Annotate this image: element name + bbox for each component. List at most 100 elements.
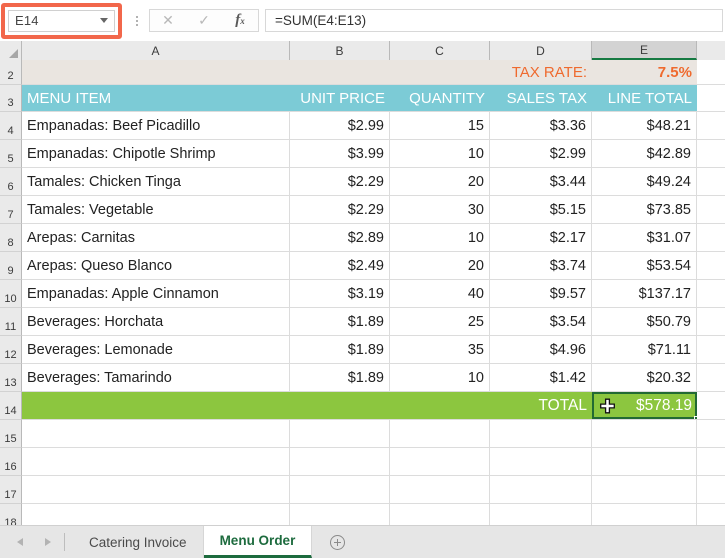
cell-a13[interactable]: Beverages: Tamarindo [22, 364, 290, 391]
cell-f6[interactable] [697, 168, 725, 195]
sheet-tab-catering-invoice[interactable]: Catering Invoice [73, 526, 204, 558]
cell-f10[interactable] [697, 280, 725, 307]
cell-f7[interactable] [697, 196, 725, 223]
cell-a3-menu-item-header[interactable]: MENU ITEM [22, 85, 290, 111]
cell-e12[interactable]: $71.11 [592, 336, 697, 363]
triangle-left-icon[interactable] [14, 536, 26, 548]
cell-c3-quantity-header[interactable]: QUANTITY [390, 85, 490, 111]
row-header-10[interactable]: 10 [0, 280, 22, 308]
cell-e7[interactable]: $73.85 [592, 196, 697, 223]
cell-a6[interactable]: Tamales: Chicken Tinga [22, 168, 290, 195]
cell-d12[interactable]: $4.96 [490, 336, 592, 363]
cell-b3-unit-price-header[interactable]: UNIT PRICE [290, 85, 390, 111]
row-header-13[interactable]: 13 [0, 364, 22, 392]
cell-b16[interactable] [290, 448, 390, 475]
cell-d17[interactable] [490, 476, 592, 503]
cell-b14[interactable] [290, 392, 390, 419]
row-header-16[interactable]: 16 [0, 448, 22, 476]
cell-d9[interactable]: $3.74 [490, 252, 592, 279]
cell-a4[interactable]: Empanadas: Beef Picadillo [22, 112, 290, 139]
cell-e5[interactable]: $42.89 [592, 140, 697, 167]
cell-e6[interactable]: $49.24 [592, 168, 697, 195]
cell-d11[interactable]: $3.54 [490, 308, 592, 335]
cell-d2-tax-rate-label[interactable]: TAX RATE: [490, 60, 592, 84]
cell-d10[interactable]: $9.57 [490, 280, 592, 307]
row-header-3[interactable]: 3 [0, 85, 22, 112]
cell-a11[interactable]: Beverages: Horchata [22, 308, 290, 335]
cell-f18[interactable] [697, 504, 725, 525]
cell-f3[interactable] [697, 85, 725, 111]
cell-d16[interactable] [490, 448, 592, 475]
cell-c14[interactable] [390, 392, 490, 419]
cell-a12[interactable]: Beverages: Lemonade [22, 336, 290, 363]
triangle-right-icon[interactable] [42, 536, 54, 548]
cell-c7[interactable]: 30 [390, 196, 490, 223]
cell-e9[interactable]: $53.54 [592, 252, 697, 279]
cell-c10[interactable]: 40 [390, 280, 490, 307]
cell-e15[interactable] [592, 420, 697, 447]
row-header-9[interactable]: 9 [0, 252, 22, 280]
fill-handle[interactable] [694, 416, 697, 419]
cell-f5[interactable] [697, 140, 725, 167]
cell-d8[interactable]: $2.17 [490, 224, 592, 251]
row-header-4[interactable]: 4 [0, 112, 22, 140]
cell-c11[interactable]: 25 [390, 308, 490, 335]
cell-b17[interactable] [290, 476, 390, 503]
column-header-b[interactable]: B [290, 41, 390, 60]
cell-c15[interactable] [390, 420, 490, 447]
cell-b15[interactable] [290, 420, 390, 447]
cell-e17[interactable] [592, 476, 697, 503]
cell-b5[interactable]: $3.99 [290, 140, 390, 167]
cell-f9[interactable] [697, 252, 725, 279]
cell-c5[interactable]: 10 [390, 140, 490, 167]
cell-b7[interactable]: $2.29 [290, 196, 390, 223]
cell-b9[interactable]: $2.49 [290, 252, 390, 279]
row-header-5[interactable]: 5 [0, 140, 22, 168]
cell-c17[interactable] [390, 476, 490, 503]
column-header-a[interactable]: A [22, 41, 290, 60]
cell-f17[interactable] [697, 476, 725, 503]
cell-c12[interactable]: 35 [390, 336, 490, 363]
cell-c8[interactable]: 10 [390, 224, 490, 251]
cell-f13[interactable] [697, 364, 725, 391]
cell-c2[interactable] [390, 60, 490, 84]
cell-a14[interactable] [22, 392, 290, 419]
cell-b2[interactable] [290, 60, 390, 84]
cell-a5[interactable]: Empanadas: Chipotle Shrimp [22, 140, 290, 167]
cell-e10[interactable]: $137.17 [592, 280, 697, 307]
cell-f16[interactable] [697, 448, 725, 475]
cell-f15[interactable] [697, 420, 725, 447]
cell-a7[interactable]: Tamales: Vegetable [22, 196, 290, 223]
cell-b4[interactable]: $2.99 [290, 112, 390, 139]
cell-d15[interactable] [490, 420, 592, 447]
cell-b11[interactable]: $1.89 [290, 308, 390, 335]
check-icon[interactable]: ✓ [189, 10, 219, 31]
cell-c9[interactable]: 20 [390, 252, 490, 279]
cell-e18[interactable] [592, 504, 697, 525]
cell-d3-sales-tax-header[interactable]: SALES TAX [490, 85, 592, 111]
cell-b8[interactable]: $2.89 [290, 224, 390, 251]
column-header-c[interactable]: C [390, 41, 490, 60]
cell-d18[interactable] [490, 504, 592, 525]
cell-e11[interactable]: $50.79 [592, 308, 697, 335]
cell-f11[interactable] [697, 308, 725, 335]
cell-e4[interactable]: $48.21 [592, 112, 697, 139]
cell-a2[interactable] [22, 60, 290, 84]
cell-e2-tax-rate-value[interactable]: 7.5% [592, 60, 697, 84]
cell-f8[interactable] [697, 224, 725, 251]
cell-d13[interactable]: $1.42 [490, 364, 592, 391]
select-all-corner[interactable] [0, 41, 22, 60]
row-header-17[interactable]: 17 [0, 476, 22, 504]
cell-e3-line-total-header[interactable]: LINE TOTAL [592, 85, 697, 111]
cell-f12[interactable] [697, 336, 725, 363]
cell-c16[interactable] [390, 448, 490, 475]
cell-e16[interactable] [592, 448, 697, 475]
row-header-15[interactable]: 15 [0, 420, 22, 448]
cell-e14-total-value[interactable]: $578.19 [592, 392, 697, 419]
column-header-f[interactable] [697, 41, 725, 60]
cell-a9[interactable]: Arepas: Queso Blanco [22, 252, 290, 279]
cell-f2[interactable] [697, 60, 725, 84]
row-header-12[interactable]: 12 [0, 336, 22, 364]
cell-b13[interactable]: $1.89 [290, 364, 390, 391]
row-header-2[interactable]: 2 [0, 60, 22, 85]
